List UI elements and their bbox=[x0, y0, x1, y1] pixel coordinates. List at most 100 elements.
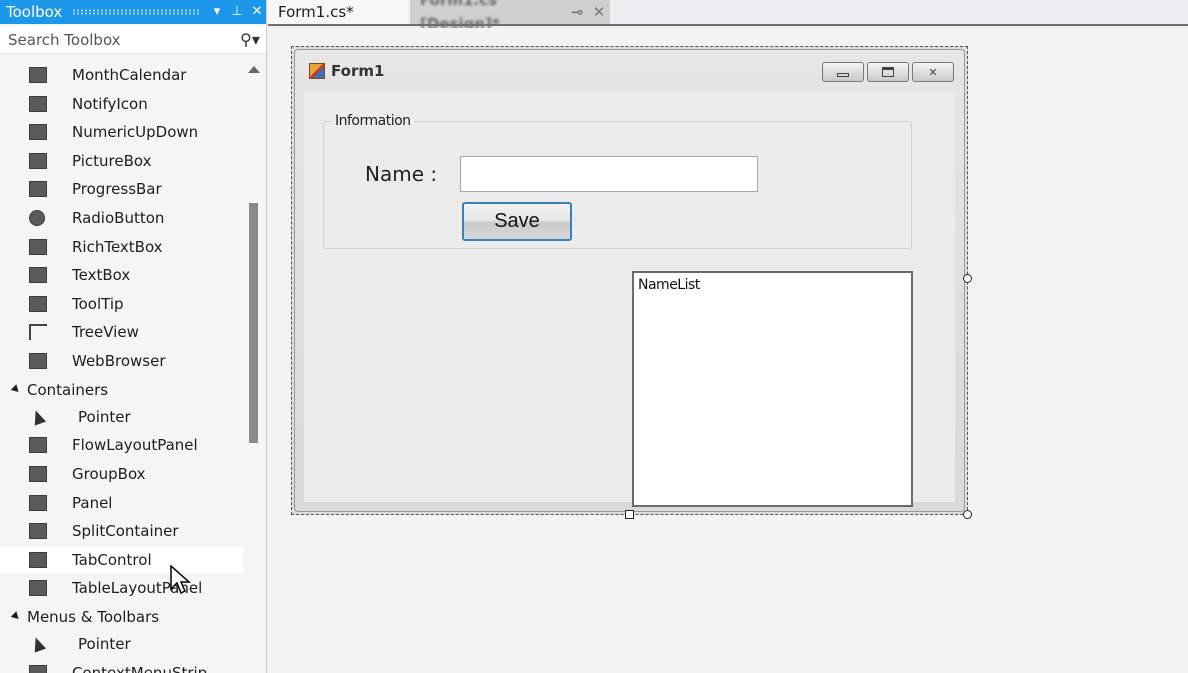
expand-collapse-icon[interactable] bbox=[10, 384, 22, 395]
form1-window[interactable]: Form1 ✕ Information Name : Save NameList bbox=[291, 46, 968, 515]
toolbox-scrollbar[interactable] bbox=[244, 60, 262, 673]
namelist-listbox[interactable]: NameList bbox=[632, 271, 913, 507]
toolbox-item-pointer[interactable]: Pointer bbox=[0, 404, 243, 430]
toolbox-item-label: Pointer bbox=[78, 407, 131, 426]
close-button[interactable]: ✕ bbox=[912, 62, 954, 82]
scroll-up-icon[interactable] bbox=[248, 66, 260, 73]
form-designer-surface[interactable]: Form1 ✕ Information Name : Save NameList bbox=[268, 28, 1188, 673]
toolbox-item-progressbar[interactable]: ProgressBar bbox=[0, 176, 243, 202]
document-tabs: Form1.cs* Form1.cs [Design]* ⊸ ✕ bbox=[268, 0, 1188, 33]
save-button[interactable]: Save bbox=[462, 202, 572, 241]
month-calendar-icon bbox=[29, 67, 47, 83]
form-titlebar[interactable]: Form1 ✕ bbox=[295, 50, 964, 92]
name-label[interactable]: Name : bbox=[365, 162, 437, 186]
flowlayoutpanel-icon bbox=[29, 437, 47, 454]
toolbox-item-label: NumericUpDown bbox=[72, 123, 199, 142]
notify-icon-icon bbox=[29, 95, 47, 112]
toolbox-item-radiobutton[interactable]: RadioButton bbox=[0, 205, 243, 231]
toolbox-item-label: GroupBox bbox=[72, 464, 146, 483]
form-icon bbox=[309, 63, 325, 79]
maximize-icon bbox=[882, 67, 894, 77]
close-icon[interactable]: ✕ bbox=[588, 0, 610, 24]
search-input[interactable]: Search Toolbox bbox=[8, 31, 233, 49]
toolbox-item-treeview[interactable]: TreeView bbox=[0, 319, 243, 345]
resize-handle-bottom[interactable] bbox=[625, 510, 634, 519]
toolbox-item-numericupdown[interactable]: NumericUpDown bbox=[0, 119, 243, 145]
information-groupbox[interactable]: Information Name : Save bbox=[323, 113, 912, 249]
toolbox-item-label: FlowLayoutPanel bbox=[72, 436, 198, 455]
toolbox-item-label: MonthCalendar bbox=[72, 66, 187, 84]
form-frame: Form1 ✕ Information Name : Save NameList bbox=[294, 49, 965, 512]
toolbox-search[interactable]: Search Toolbox ⚲▾ bbox=[0, 26, 266, 54]
toolbox-item-tablelayoutpanel[interactable]: TableLayoutPanel bbox=[0, 575, 243, 601]
tab-form1-design[interactable]: Form1.cs [Design]* ⊸ ✕ bbox=[410, 0, 610, 33]
toolbox-item-label: ProgressBar bbox=[72, 180, 162, 199]
category-menus-toolbars[interactable]: Menus & Toolbars bbox=[0, 604, 243, 630]
toolbox-item-groupbox[interactable]: GroupBox bbox=[0, 461, 243, 487]
expand-collapse-icon[interactable] bbox=[10, 611, 22, 623]
minimize-button[interactable] bbox=[822, 62, 864, 82]
resize-handle-right[interactable] bbox=[963, 274, 972, 283]
name-textbox[interactable] bbox=[460, 156, 758, 192]
toolbox-item-label: ToolTip bbox=[72, 294, 124, 313]
form-title: Form1 bbox=[331, 62, 385, 80]
contextmenustrip-icon bbox=[29, 664, 47, 673]
toolbox-item-label: TreeView bbox=[72, 323, 139, 342]
pin-icon[interactable]: ⊥ bbox=[227, 0, 247, 24]
picturebox-icon bbox=[29, 152, 47, 169]
tablelayoutpanel-icon bbox=[29, 580, 47, 597]
toolbox-item-flowlayoutpanel[interactable]: FlowLayoutPanel bbox=[0, 432, 243, 458]
close-icon[interactable]: ✕ bbox=[247, 0, 266, 24]
treeview-icon bbox=[29, 324, 47, 341]
toolbox-item-label: Pointer bbox=[78, 635, 131, 654]
toolbox-title: Toolbox bbox=[6, 3, 63, 21]
toolbox-item-richtextbox[interactable]: RichTextBox bbox=[0, 234, 243, 260]
window-buttons: ✕ bbox=[822, 62, 954, 82]
category-containers[interactable]: Containers bbox=[0, 377, 243, 403]
toolbox-item-label: SplitContainer bbox=[72, 522, 179, 541]
toolbox-item-label: RichTextBox bbox=[72, 237, 163, 256]
toolbox-item-label: Panel bbox=[72, 493, 113, 512]
toolbox-item-pointer[interactable]: Pointer bbox=[0, 631, 243, 657]
tab-form1-cs[interactable]: Form1.cs* bbox=[268, 0, 408, 24]
toolbox-item-monthcalendar[interactable]: MonthCalendar bbox=[0, 62, 243, 88]
webbrowser-icon bbox=[29, 353, 47, 369]
mouse-cursor-icon bbox=[170, 565, 191, 595]
toolbox-item-label: NotifyIcon bbox=[72, 94, 148, 113]
pointer-icon bbox=[29, 635, 47, 653]
panel-icon bbox=[29, 494, 47, 511]
toolbox-item-label: TextBox bbox=[72, 266, 131, 285]
numeric-updown-icon bbox=[29, 124, 47, 141]
maximize-button[interactable] bbox=[867, 62, 909, 82]
tabcontrol-icon bbox=[29, 551, 47, 568]
toolbox-item-picturebox[interactable]: PictureBox bbox=[0, 148, 243, 174]
toolbox-item-label: RadioButton bbox=[72, 209, 165, 227]
form-client-area[interactable]: Information Name : Save NameList bbox=[304, 92, 955, 507]
toolbox-item-notifyicon[interactable]: NotifyIcon bbox=[0, 91, 243, 117]
toolbox-list: MonthCalendar NotifyIcon NumericUpDown Pict… bbox=[0, 60, 243, 673]
toolbox-item-panel[interactable]: Panel bbox=[0, 490, 243, 516]
toolbox-panel: Toolbox ▾ ⊥ ✕ Search Toolbox ⚲▾ MonthCal… bbox=[0, 0, 267, 673]
scroll-thumb[interactable] bbox=[249, 203, 258, 443]
close-icon: ✕ bbox=[928, 65, 938, 79]
toolbox-item-contextmenustrip[interactable]: ContextMenuStrip bbox=[0, 660, 243, 673]
resize-handle-corner[interactable] bbox=[963, 510, 972, 519]
tab-label: Form1.cs* bbox=[278, 3, 354, 21]
radiobutton-icon bbox=[29, 210, 45, 226]
toolbox-item-tabcontrol[interactable]: TabControl bbox=[0, 546, 243, 573]
toolbox-item-webbrowser[interactable]: WebBrowser bbox=[0, 348, 243, 374]
toolbox-titlebar[interactable]: Toolbox ▾ ⊥ ✕ bbox=[0, 0, 266, 24]
category-label: Menus & Toolbars bbox=[27, 607, 160, 626]
splitcontainer-icon bbox=[29, 523, 47, 540]
drag-grip[interactable] bbox=[72, 9, 199, 15]
textbox-icon bbox=[29, 267, 47, 284]
toolbox-item-tooltip[interactable]: ToolTip bbox=[0, 291, 243, 317]
pointer-icon bbox=[29, 408, 47, 426]
pin-icon[interactable]: ⊸ bbox=[566, 0, 588, 24]
toolbox-item-textbox[interactable]: TextBox bbox=[0, 262, 243, 288]
dropdown-icon[interactable]: ▾ bbox=[207, 0, 227, 24]
richtextbox-icon bbox=[29, 238, 47, 255]
search-icon[interactable]: ⚲▾ bbox=[233, 30, 266, 49]
toolbox-item-label: WebBrowser bbox=[72, 352, 166, 370]
toolbox-item-splitcontainer[interactable]: SplitContainer bbox=[0, 518, 243, 544]
